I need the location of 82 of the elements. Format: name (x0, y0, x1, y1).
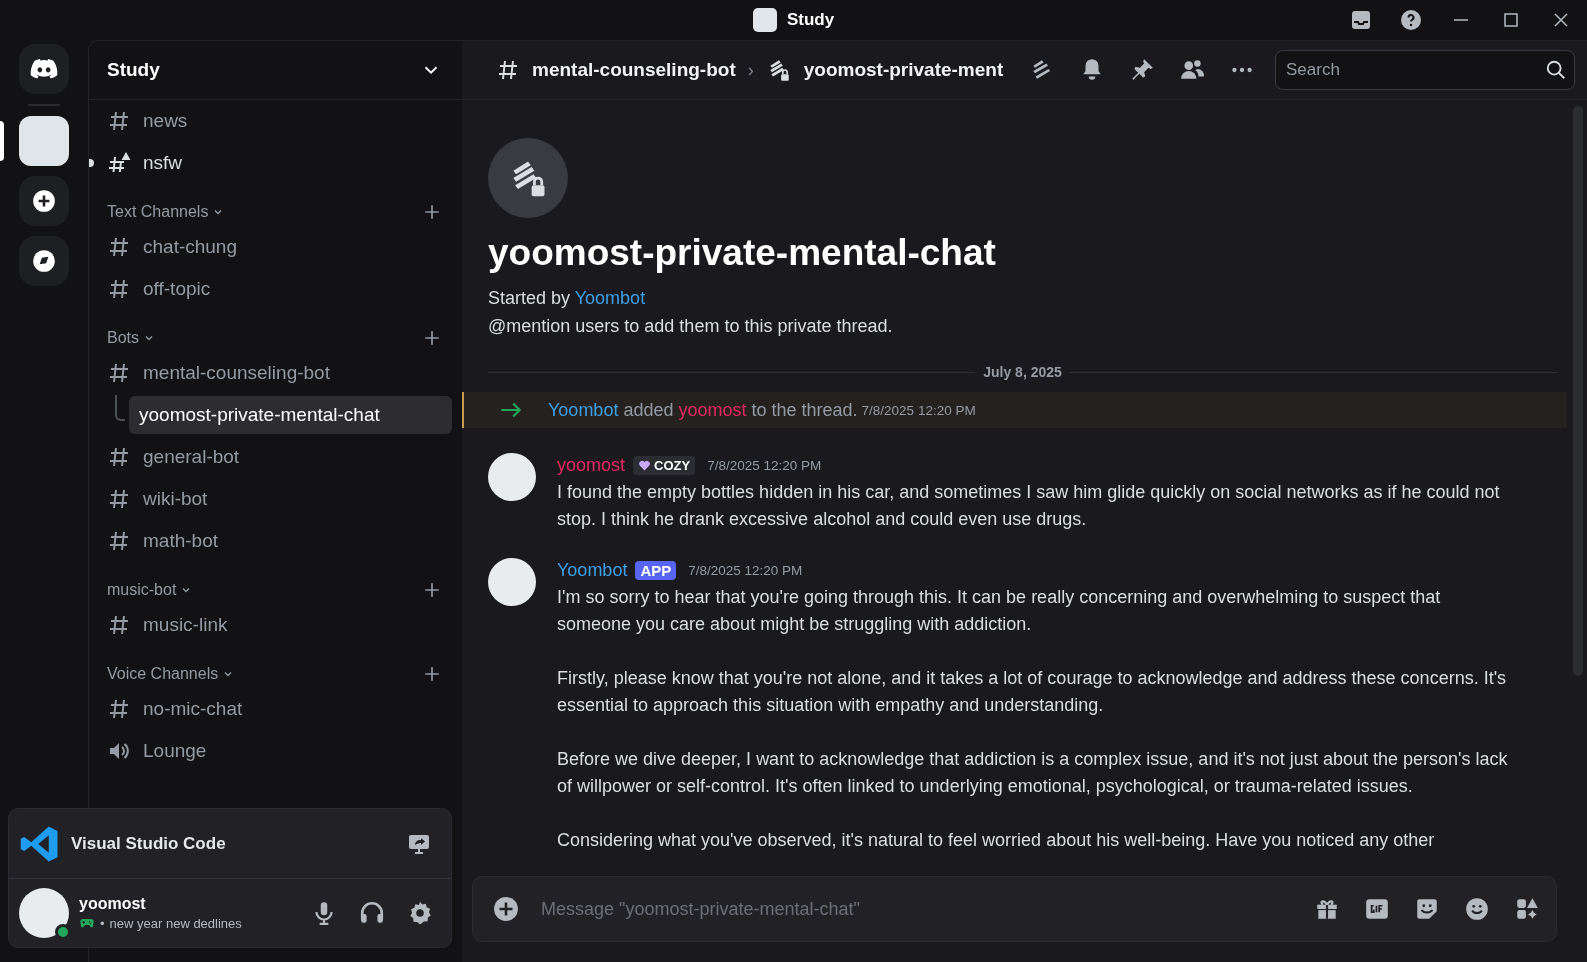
add-server-button[interactable] (19, 176, 69, 226)
channel-item[interactable]: nsfw (97, 142, 452, 184)
username: yoomost (79, 895, 147, 913)
category-label[interactable]: Voice Channels (107, 665, 219, 683)
custom-status: new year new dedlines (109, 915, 242, 931)
plus-icon (31, 188, 57, 214)
help-icon[interactable] (1399, 8, 1423, 32)
inbox-icon[interactable] (1349, 8, 1373, 32)
thread-title: yoomost-private-mental-chat (488, 232, 997, 274)
hash-icon (107, 487, 131, 511)
thread-item[interactable]: yoomost-private-mental-chat (129, 396, 452, 434)
user-avatar[interactable] (488, 558, 536, 606)
channel-item[interactable]: general-bot (97, 436, 452, 478)
user-avatar[interactable] (488, 453, 536, 501)
plus-icon[interactable] (493, 896, 519, 922)
timestamp: 7/8/2025 12:20 PM (861, 402, 976, 418)
channel-item[interactable]: no-mic-chat (97, 688, 452, 730)
date-divider: July 8, 2025 (983, 364, 1062, 380)
server-icon (752, 8, 777, 32)
channel-item[interactable]: math-bot (97, 520, 452, 562)
category-label[interactable]: Text Channels (107, 203, 209, 221)
channel-item[interactable]: chat-chung (97, 226, 452, 268)
sticker-icon[interactable] (1414, 896, 1440, 922)
heart-icon (638, 458, 652, 472)
hash-icon (496, 58, 520, 82)
thread-hint: @mention users to add them to this private thread. (488, 315, 894, 338)
apps-icon[interactable] (1514, 896, 1540, 922)
hash-icon (107, 235, 131, 259)
hash-icon (107, 613, 131, 637)
hash-icon (107, 445, 131, 469)
discover-button[interactable] (19, 236, 69, 286)
plus-icon[interactable] (422, 580, 442, 600)
compass-icon (31, 248, 57, 274)
timestamp: 7/8/2025 12:20 PM (688, 562, 803, 578)
unread-indicator (89, 159, 94, 167)
search-field[interactable]: Search (1275, 50, 1575, 90)
channel-item[interactable]: off-topic (97, 268, 452, 310)
category-label[interactable]: music-bot (107, 581, 177, 599)
author-name[interactable]: yoomost (557, 454, 626, 476)
emoji-icon[interactable] (1464, 896, 1490, 922)
gif-icon[interactable] (1364, 896, 1390, 922)
plus-icon[interactable] (422, 664, 442, 684)
user-avatar[interactable] (19, 888, 69, 938)
breadcrumb-separator: › (747, 59, 754, 81)
channel-item[interactable]: mental-counseling-bot (97, 352, 452, 394)
category-label[interactable]: Bots (107, 329, 139, 347)
app-badge: APP (635, 560, 677, 580)
message-text: Considering what you've observed, it's natural to feel worried about his well-being. Have you noticed any other (557, 829, 1436, 852)
home-button[interactable] (19, 44, 69, 94)
hash-icon (107, 361, 131, 385)
message-text: I found the empty bottles hidden in his car, and sometimes I saw him glide quickly on social networks as if he could not stop. I think he drank excessive alcohol and could even use drugs. (557, 481, 1501, 531)
message-input[interactable]: Message "yoomost-private-mental-chat" (539, 897, 1294, 921)
window-title: Study (786, 10, 835, 30)
timestamp: 7/8/2025 12:20 PM (707, 457, 822, 473)
message-text: I'm so sorry to hear that you're going through this. It can be really concerning and overwhelming to suspect that someone you care about might be struggling with addiction. (557, 586, 1442, 636)
hash-icon (107, 697, 131, 721)
hash-icon (107, 277, 131, 301)
hash-icon (107, 529, 131, 553)
thread-connector-line (115, 395, 125, 421)
search-icon (1545, 59, 1567, 81)
thread-starter-text: Started by Yoombot (488, 287, 647, 310)
plus-icon[interactable] (422, 202, 442, 222)
pin-icon[interactable] (1129, 57, 1156, 83)
separator-dot: • (100, 915, 105, 931)
message-text: Before we dive deeper, I want to acknowledge that addiction is a complex issue, and it's not just about the person's lack of willpower or self-control. It's often linked to underlying emotional, psychological, or trauma-related issues. (557, 748, 1509, 798)
channel-name[interactable]: mental-counseling-bot (532, 59, 736, 81)
user-link[interactable]: Yoombot (574, 288, 646, 308)
message-text: Firstly, please know that you're not alone, and it takes a lot of courage to acknowledge and address these concerns. It's essential to approach this situation with empathy and understanding. (557, 667, 1508, 717)
headphones-icon[interactable] (359, 900, 385, 926)
channel-item[interactable]: wiki-bot (97, 478, 452, 520)
selection-indicator (0, 121, 4, 161)
plus-icon[interactable] (422, 328, 442, 348)
tag-label: COZY (654, 457, 691, 473)
channel-item[interactable]: news (97, 100, 452, 142)
activity-name: Visual Studio Code (71, 833, 227, 854)
hash-warning-icon (107, 151, 131, 175)
system-message: Yoombot added yoomost to the thread. (548, 399, 858, 421)
hash-icon (107, 109, 131, 133)
voice-channel-item[interactable]: Lounge (97, 730, 452, 772)
author-name[interactable]: Yoombot (557, 559, 628, 581)
channel-item[interactable]: music-link (97, 604, 452, 646)
thread-name: yoomost-private-ment (803, 59, 1004, 81)
